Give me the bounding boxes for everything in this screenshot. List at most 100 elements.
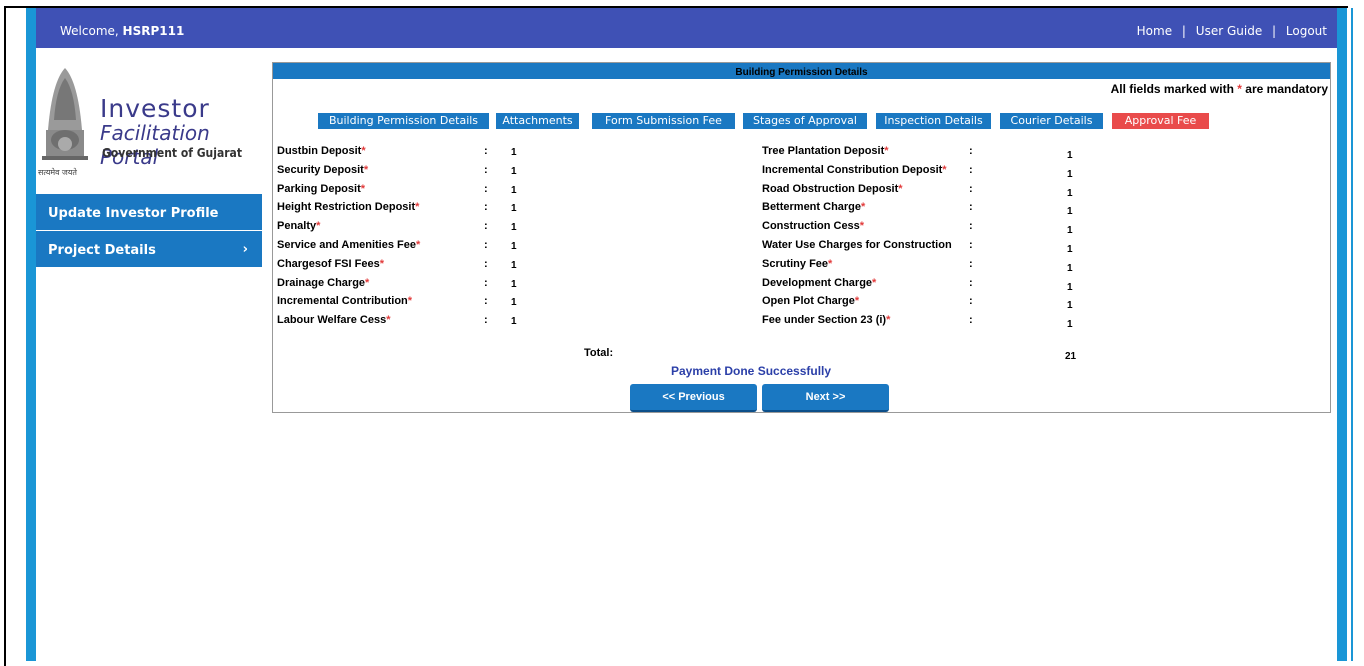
fee-label-text: Labour Welfare Cess	[277, 314, 387, 327]
fee-label: Service and Amenities Fee*	[277, 239, 420, 251]
fee-label: Drainage Charge*	[277, 277, 369, 289]
fee-label-text: Scrutiny Fee	[762, 257, 829, 270]
panel-title: Building Permission Details	[273, 63, 1330, 79]
logout-link[interactable]: Logout	[1286, 24, 1327, 38]
national-emblem-icon	[42, 68, 88, 160]
fee-label-text: Fee under Section 23 (i)	[762, 314, 887, 327]
fee-label: Labour Welfare Cess*	[277, 314, 391, 326]
welcome-text: Welcome, HSRP111	[60, 24, 184, 38]
next-button[interactable]: Next >>	[762, 384, 889, 412]
fee-label-text: Chargesof FSI Fees	[277, 257, 380, 270]
previous-button[interactable]: << Previous	[630, 384, 757, 412]
fee-value: 1	[511, 241, 517, 252]
colon: :	[969, 276, 973, 289]
separator: |	[1181, 24, 1186, 38]
fee-label-text: Tree Plantation Deposit	[762, 145, 885, 157]
fee-value: 1	[1067, 281, 1073, 293]
fee-label-text: Drainage Charge	[277, 276, 366, 289]
colon: :	[969, 201, 973, 214]
colon: :	[969, 145, 973, 157]
home-link[interactable]: Home	[1137, 24, 1172, 38]
tab-attachments[interactable]: Attachments	[496, 113, 579, 129]
fee-label: Chargesof FSI Fees*	[277, 258, 384, 270]
colon: :	[484, 220, 488, 233]
username: HSRP111	[122, 24, 185, 38]
required-star: *	[861, 201, 866, 214]
fee-label: Incremental Constribution Deposit*	[762, 164, 947, 176]
fee-label: Construction Cess*	[762, 220, 864, 232]
fee-value: 1	[511, 259, 517, 271]
colon: :	[484, 163, 488, 176]
fee-label-text: Incremental Contribution	[277, 295, 408, 308]
top-links: Home | User Guide | Logout	[1137, 24, 1327, 38]
sidebar-item-project-details[interactable]: Project Details ›	[36, 231, 262, 267]
required-star: *	[898, 182, 903, 195]
fee-label-text: Incremental Constribution Deposit	[762, 163, 943, 176]
required-star: *	[365, 276, 370, 289]
fee-value: 1	[1067, 168, 1073, 180]
fee-label: Parking Deposit*	[277, 183, 365, 195]
required-star: *	[363, 163, 369, 176]
portal-logo: Investor Facilitation Portal Government …	[36, 60, 262, 180]
total-label: Total:	[584, 347, 614, 359]
fee-label-text: Dustbin Deposit	[277, 145, 362, 157]
fee-value: 1	[511, 165, 517, 177]
required-star: *	[379, 257, 384, 270]
sidebar-item-label: Project Details	[48, 243, 156, 258]
required-star: *	[416, 239, 421, 251]
colon: :	[969, 220, 973, 233]
left-border-bar	[26, 8, 36, 661]
sidebar-item-label: Update Investor Profile	[48, 206, 219, 221]
fee-label: Security Deposit*	[277, 164, 368, 176]
scrollbar-track[interactable]	[1351, 8, 1353, 661]
colon: :	[969, 314, 973, 327]
required-star: *	[942, 163, 947, 176]
tab-form-submission-fee[interactable]: Form Submission Fee	[592, 113, 735, 129]
fee-value: 1	[511, 184, 517, 196]
fee-label-text: Service and Amenities Fee	[277, 239, 416, 251]
tab-courier-details[interactable]: Courier Details	[1000, 113, 1103, 129]
fee-value: 1	[511, 278, 517, 290]
fee-label-text: Construction Cess	[762, 220, 860, 233]
fee-label-text: Parking Deposit	[277, 182, 361, 195]
fee-label: Tree Plantation Deposit*	[762, 145, 889, 157]
required-star: *	[884, 145, 889, 157]
colon: :	[484, 295, 488, 308]
user-guide-link[interactable]: User Guide	[1196, 24, 1262, 38]
colon: :	[969, 182, 973, 195]
tab-inspection-details[interactable]: Inspection Details	[876, 113, 991, 129]
required-star: *	[872, 276, 877, 289]
fee-label-text: Penalty	[277, 220, 317, 233]
top-header: Welcome, HSRP111 Home | User Guide | Log…	[36, 8, 1337, 48]
fee-label-text: Development Charge	[762, 276, 873, 289]
fee-label: Fee under Section 23 (i)*	[762, 314, 890, 326]
fee-label: Incremental Contribution*	[277, 295, 412, 307]
mandatory-suffix: are mandatory	[1245, 82, 1328, 96]
tab-building-permission-details[interactable]: Building Permission Details	[318, 113, 489, 129]
logo-motto: सत्यमेव जयते	[38, 168, 77, 177]
colon: :	[484, 239, 488, 251]
tab-stages-of-approval[interactable]: Stages of Approval	[743, 113, 867, 129]
colon: :	[969, 257, 973, 270]
fee-value: 1	[511, 147, 517, 158]
fee-label: Height Restriction Deposit*	[277, 201, 419, 213]
fee-value: 1	[1067, 262, 1073, 274]
logo-government: Government of Gujarat	[102, 146, 242, 160]
colon: :	[969, 163, 973, 176]
logo-title: Investor	[100, 94, 210, 123]
fee-label: Water Use Charges for Construction	[762, 239, 952, 251]
fee-value: 1	[1067, 319, 1073, 331]
colon: :	[484, 314, 488, 327]
fee-value: 1	[1067, 150, 1073, 161]
required-star: *	[859, 220, 865, 233]
required-star: *	[415, 201, 420, 214]
colon: :	[484, 201, 488, 214]
welcome-prefix: Welcome,	[60, 24, 119, 38]
sidebar-item-update-investor-profile[interactable]: Update Investor Profile	[36, 194, 262, 230]
tab-approval-fee[interactable]: Approval Fee	[1112, 113, 1209, 129]
fee-label-text: Betterment Charge	[762, 201, 862, 214]
fee-label-text: Road Obstruction Deposit	[762, 182, 899, 195]
colon: :	[969, 295, 973, 308]
fee-value: 1	[511, 203, 517, 215]
total-value: 21	[1065, 351, 1077, 362]
